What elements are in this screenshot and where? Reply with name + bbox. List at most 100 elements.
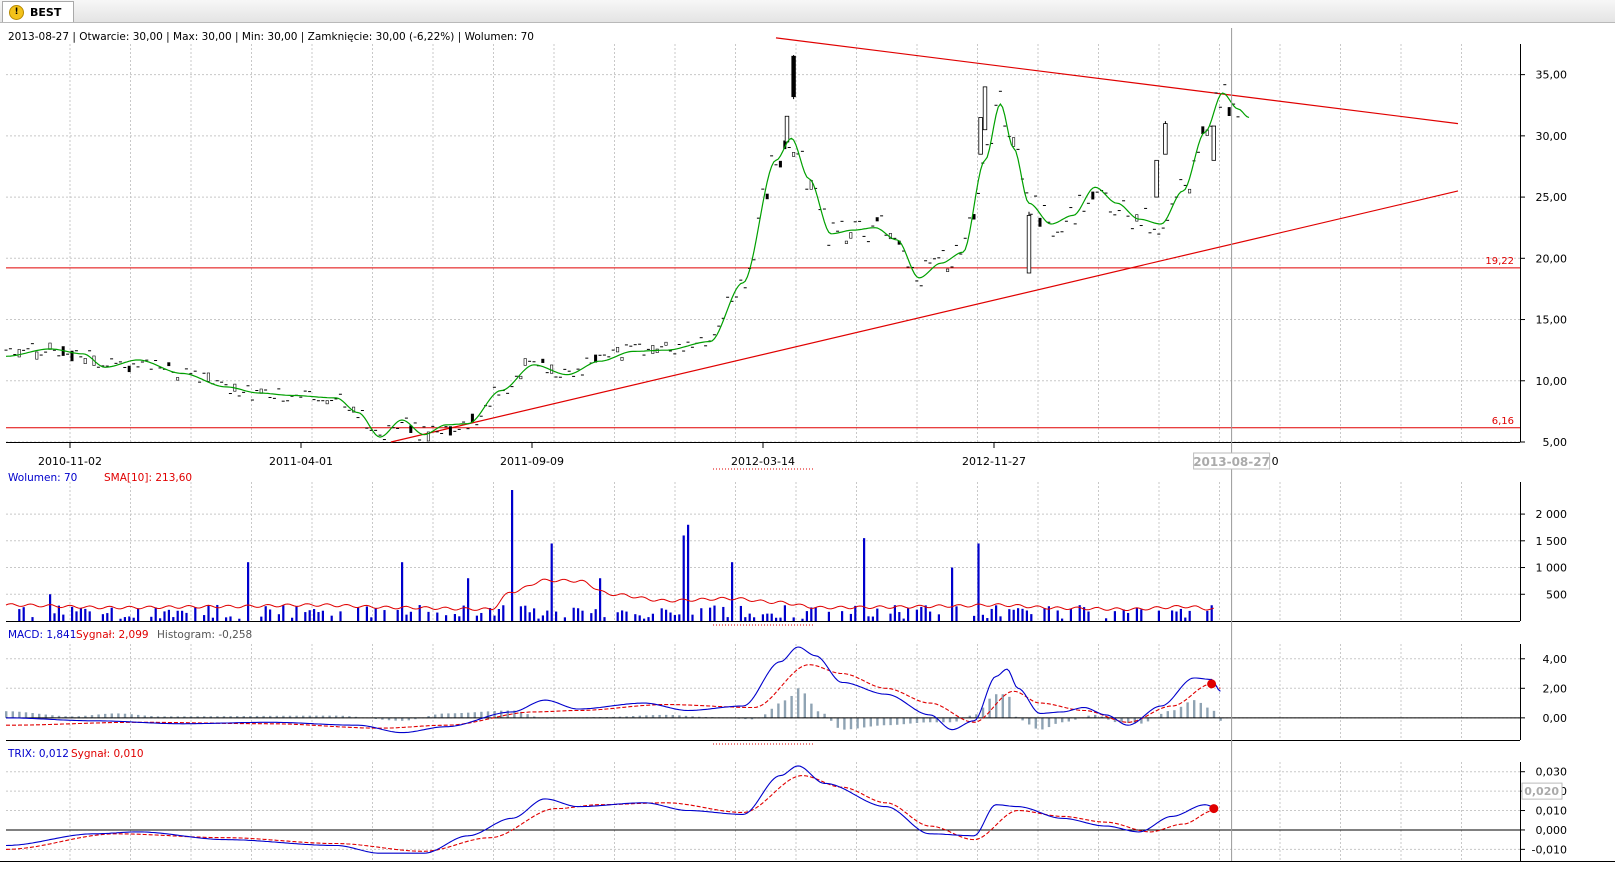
macd-histogram-bar [942,717,945,723]
volume-bar [801,618,804,621]
volume-bar [1030,614,1033,621]
macd-panel [5,646,1520,734]
volume-bar [709,607,712,621]
price-info: 2013-08-27 | Otwarcie: 30,00 | Max: 30,0… [8,31,534,43]
volume-bar [401,562,404,621]
volume-bar [1017,608,1020,621]
volume-bar [225,617,228,621]
candle-body [982,86,988,131]
price-candle [792,152,796,157]
y-tick-label: -0,010 [1532,843,1567,856]
volume-bar [594,609,597,621]
trix-signal-label: Sygnał: 0,010 [71,748,144,760]
volume-bar [634,614,637,621]
level-label: 6,16 [1492,416,1514,427]
volume-bar [18,609,21,621]
price-candle [1038,217,1042,227]
volume-bar [533,608,536,621]
volume-bar [1087,611,1090,621]
macd-histogram-bar [909,717,912,724]
volume-bar [264,606,267,621]
volume-bar [990,608,993,621]
volume-bar [700,608,703,621]
stock-chart[interactable]: 2013-08-27 | Otwarcie: 30,00 | Max: 30,0… [0,22,1615,888]
macd-histogram-bar [11,711,14,718]
macd-histogram-bar [902,717,905,725]
moving-average-line [5,92,1250,438]
volume-bar [775,617,778,621]
macd-histogram-label: Histogram: -0,258 [157,629,252,641]
volume-bar [409,611,412,621]
volume-bar [929,611,932,621]
macd-histogram-bar [948,717,952,723]
volume-bar [1069,608,1072,621]
volume-bar [550,543,553,621]
macd-marker [1207,679,1217,689]
volume-bar [427,611,430,621]
volume-bar [370,617,373,621]
trend-line [390,190,1459,443]
volume-bar [986,618,989,621]
volume-bar [867,616,870,621]
macd-histogram-bar [453,713,457,718]
volume-bar [137,608,140,621]
macd-histogram-bar [440,713,443,718]
macd-histogram-bar [1047,717,1051,728]
volume-bar [713,605,716,621]
macd-histogram-bar [1199,702,1202,718]
price-candle [541,358,545,363]
price-candle [651,345,655,354]
price-candle [616,347,620,353]
volume-bar [854,605,857,621]
macd-histogram-bar [123,713,127,718]
axes: 5,00 10,00 15,00 20,00 25,00 30,00 35,00 500 1 0… [38,28,1567,861]
price-candle [1227,107,1231,116]
macd-histogram-bar [1041,717,1044,730]
tab-label: BEST [30,5,62,19]
tab-best[interactable]: ! BEST [2,1,75,22]
volume-bar [753,617,756,621]
volume-bar [1179,608,1182,621]
volume-sma-label: SMA[10]: 213,60 [104,472,192,484]
volume-bar [638,615,641,621]
volume-bar [1157,610,1160,621]
trix-panel [5,765,1520,854]
y-tick-label: 5,00 [1543,436,1568,449]
volume-bar [445,615,448,621]
trix-label: TRIX: 0,012 [7,748,69,760]
volume-bar [1171,610,1174,621]
volume-bar [163,611,166,621]
volume-bar [951,567,954,621]
volume-bar [493,615,496,621]
macd-histogram-bar [929,717,932,723]
volume-bar [154,607,157,621]
volume-bar [1140,609,1143,621]
volume-bar [590,613,593,621]
panel-frames [0,44,1615,862]
volume-bar [876,608,879,621]
price-candle [519,375,523,380]
volume-bar [106,613,109,621]
volume-bar [1135,607,1138,621]
candle-body [978,117,983,155]
macd-histogram-bar [1146,717,1150,722]
volume-bar [167,609,170,621]
volume-bar [827,611,830,621]
volume-bar [1008,609,1011,621]
volume-bar [31,617,34,621]
macd-histogram-bar [863,717,866,728]
volume-bar [53,613,56,621]
macd-histogram-bar [882,717,886,726]
x-tick-label: 2012-03-14 [731,455,795,468]
macd-histogram-bar [915,717,919,723]
macd-histogram-bar [1179,706,1183,718]
volume-bar [123,617,126,621]
candle-body [1154,159,1159,198]
volume-bar [907,608,910,621]
x-tick-label: 2012-11-27 [962,455,1026,468]
macd-histogram-bar [97,714,100,718]
price-candle [664,341,668,346]
price-candle [620,357,624,361]
volume-bar [396,609,399,621]
y-tick-label: 1 000 [1536,562,1568,575]
